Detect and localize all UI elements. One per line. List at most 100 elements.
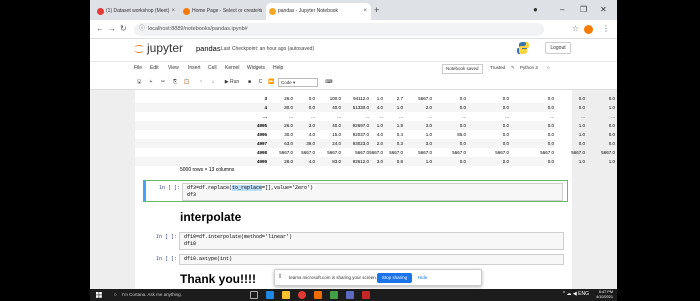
kernel-idle-icon: ○ <box>544 64 553 72</box>
menu-kernel[interactable]: Kernel <box>225 65 239 71</box>
close-tab-icon[interactable]: × <box>171 3 175 20</box>
chrome-icon[interactable] <box>298 291 306 299</box>
code-editor[interactable]: df3=df.replace(to_replace=[],value='Zero… <box>182 183 563 201</box>
browser-tab-home[interactable]: Home Page - Select or create a × <box>180 3 265 20</box>
restart-icon[interactable]: C <box>256 77 265 87</box>
notebook-area[interactable]: 3 26.0 0.0 100.0 94112.0 1.0 2.7 5667.0 0.0 0.0 0.… <box>90 90 617 289</box>
tab-label: pandas - Jupyter Notebook <box>278 8 339 14</box>
file-explorer-icon[interactable] <box>282 291 290 299</box>
notebook-title[interactable]: pandas <box>196 44 221 53</box>
menu-dots-icon[interactable]: ⋮ <box>602 23 610 35</box>
table-cell: 28.0 <box>284 159 293 164</box>
paste-icon[interactable]: 📋 <box>182 77 192 87</box>
insert-cell-icon[interactable]: + <box>146 77 156 87</box>
code-cell-astype[interactable]: In [ ]: df10.astype(int) <box>143 252 568 265</box>
cell-type-value: Code <box>281 80 292 85</box>
menu-view[interactable]: View <box>168 65 179 71</box>
browser-tab-meet[interactable]: (1) Dataset workshop (Meet) × <box>94 3 179 20</box>
table-cell: 3.0 <box>425 123 432 128</box>
jupyter-logo-icon <box>134 45 144 53</box>
profile-avatar[interactable] <box>584 25 593 34</box>
table-cell: 0.8 <box>396 159 403 164</box>
forward-icon[interactable]: → <box>108 23 116 35</box>
table-cell: 0.0 <box>547 105 554 110</box>
table-cell: ... <box>289 114 293 119</box>
menu-insert[interactable]: Insert <box>188 65 201 71</box>
teams-icon[interactable] <box>346 291 354 299</box>
app-icon[interactable] <box>362 291 370 299</box>
copy-icon[interactable]: ⎘ <box>170 77 180 87</box>
table-cell: 30.0 <box>284 105 293 110</box>
address-bar[interactable]: ⓘ localhost:8889/notebooks/pandas.ipynb# <box>134 23 544 36</box>
menu-help[interactable]: Help <box>273 65 283 71</box>
minimize-icon[interactable]: – <box>560 3 564 17</box>
cut-icon[interactable]: ✂ <box>158 77 168 87</box>
system-tray-icons[interactable]: ^ ☁ ◀ ENG <box>563 291 589 297</box>
run-label: Run <box>230 79 240 85</box>
restart-run-all-icon[interactable]: ⏩ <box>267 77 276 87</box>
browser-tab-jupyter[interactable]: pandas - Jupyter Notebook × <box>266 3 371 20</box>
code-cell-replace[interactable]: In [ ]: df3=df.replace(to_replace=[],val… <box>143 180 568 202</box>
trusted-badge[interactable]: Trusted <box>487 64 509 72</box>
table-cell: 1.0 <box>376 123 383 128</box>
reload-icon[interactable]: ↻ <box>120 23 127 35</box>
kernel-name[interactable]: Python 3 <box>517 64 541 72</box>
code-editor[interactable]: df10.astype(int) <box>179 254 564 265</box>
close-tab-icon[interactable]: × <box>363 3 367 20</box>
browser-toolbar: ← → ↻ ⓘ localhost:8889/notebooks/pandas.… <box>90 20 617 39</box>
taskbar-clock[interactable]: 6:47 PM 4/10/2021 <box>596 290 613 300</box>
back-icon[interactable]: ← <box>96 23 104 35</box>
menu-cell[interactable]: Cell <box>208 65 217 71</box>
jupyter-menubar: File Edit View Insert Cell Kernel Widget… <box>90 61 617 75</box>
table-cell: 1.9 <box>396 123 403 128</box>
menu-edit[interactable]: Edit <box>150 65 159 71</box>
code-editor[interactable]: df10=df.interpolate(method='linear') df1… <box>179 232 564 250</box>
run-button[interactable]: ▶ Run <box>221 77 243 87</box>
table-cell: 26.0 <box>284 96 293 101</box>
new-tab-button[interactable]: + <box>374 3 379 17</box>
heading-thank-you: Thank you!!!! <box>180 272 256 286</box>
hide-link[interactable]: Hide <box>418 275 427 280</box>
table-cell: 5667.0 <box>452 150 466 155</box>
interrupt-icon[interactable]: ■ <box>245 77 254 87</box>
cortana-search-box[interactable]: ○ I'm Cortana. Ask me anything. <box>114 291 234 299</box>
task-view-icon[interactable] <box>250 291 258 299</box>
cell-type-select[interactable]: Code ▾ <box>278 78 318 87</box>
cell-prompt: In [ ]: <box>158 185 180 191</box>
bookmark-star-icon[interactable]: ☆ <box>572 23 579 35</box>
account-icon[interactable]: ● <box>533 3 538 17</box>
logout-button[interactable]: Logout <box>545 42 571 54</box>
table-cell: 5667.0 <box>369 150 383 155</box>
table-cell: 1.0 <box>608 105 615 110</box>
code-cell-interpolate[interactable]: In [ ]: df10=df.interpolate(method='line… <box>143 230 568 250</box>
app-icon[interactable] <box>314 291 322 299</box>
app-icon[interactable] <box>330 291 338 299</box>
table-cell: 1.0 <box>608 159 615 164</box>
save-icon[interactable]: 🖫 <box>134 77 144 87</box>
table-cell: 0.0 <box>502 159 509 164</box>
close-window-icon[interactable]: ✕ <box>600 3 607 17</box>
table-cell: 0.0 <box>608 132 615 137</box>
row-index: 4 <box>264 105 267 110</box>
cell-prompt: In [ ]: <box>155 234 177 240</box>
close-tab-icon[interactable]: × <box>257 3 261 20</box>
stop-sharing-button[interactable]: Stop sharing <box>377 273 412 283</box>
move-up-icon[interactable]: ↑ <box>196 77 206 87</box>
table-cell: ... <box>311 114 315 119</box>
restore-icon[interactable]: ❐ <box>580 3 587 17</box>
table-cell: 0.0 <box>608 123 615 128</box>
keyboard-icon[interactable]: ⌨ <box>324 77 334 87</box>
table-cell: 5667.0 <box>418 96 432 101</box>
move-down-icon[interactable]: ↓ <box>208 77 218 87</box>
edge-icon[interactable] <box>266 291 274 299</box>
windows-start-icon[interactable] <box>96 292 102 298</box>
info-icon: ⓘ <box>139 26 146 32</box>
table-cell: 0.0 <box>459 159 466 164</box>
jupyter-brand[interactable]: jupyter <box>147 41 183 55</box>
menu-widgets[interactable]: Widgets <box>247 65 265 71</box>
table-cell: 0.0 <box>459 105 466 110</box>
menu-file[interactable]: File <box>134 65 142 71</box>
table-cell: 0.4 <box>396 132 403 137</box>
notebook-saved-badge: Notebook saved <box>442 64 483 74</box>
table-cell: 5667.0 <box>571 150 585 155</box>
